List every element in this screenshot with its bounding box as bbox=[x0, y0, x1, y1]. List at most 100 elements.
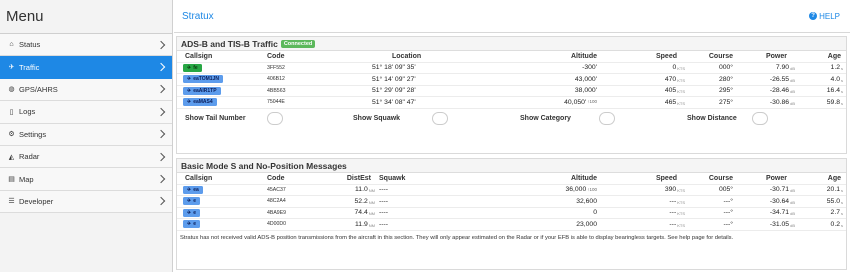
speed-unit: KTS bbox=[677, 199, 685, 205]
help-label: HELP bbox=[819, 11, 840, 21]
sidebar-item-status[interactable]: ⌂ Status bbox=[0, 34, 172, 57]
age-value: 1.2 bbox=[830, 64, 840, 72]
age-cell: 0.2 s bbox=[807, 219, 843, 230]
table-row[interactable]: ✈ eaMAS4 75044E 51° 34' 08" 47' 40,050' ↑100 4… bbox=[177, 97, 846, 109]
col-speed[interactable]: Speed bbox=[647, 173, 677, 184]
table-row[interactable]: ✈ eaAIR1TP 4BB563 51° 29' 09" 28' 38,000' 405… bbox=[177, 86, 846, 97]
age-cell: 59.8 s bbox=[807, 97, 843, 108]
col-speed[interactable]: Speed bbox=[647, 51, 677, 62]
show-category-toggle[interactable] bbox=[599, 111, 615, 125]
power-value: -30.71 bbox=[769, 186, 790, 194]
chevron-right-icon bbox=[156, 85, 166, 94]
age-cell: 20.1 s bbox=[807, 185, 843, 196]
sidebar-item-label: Settings bbox=[19, 129, 47, 139]
callsign-button[interactable]: ✈ eaAIR1TP bbox=[183, 86, 221, 95]
col-altitude[interactable]: Altitude bbox=[537, 51, 597, 62]
callsign-button[interactable]: ✈ eaTOM1JN bbox=[183, 75, 223, 84]
chevron-right-icon bbox=[156, 174, 166, 184]
col-location[interactable]: Location bbox=[392, 51, 421, 62]
plane-icon: ✈ bbox=[187, 76, 192, 83]
table-row[interactable]: ✈ e 4BA9E9 74.4 NM ---- 0 --- KTS ---° -34.71 dB 2.7… bbox=[177, 208, 846, 219]
age-unit: s bbox=[841, 89, 843, 94]
speed-value: 470 bbox=[664, 75, 677, 83]
distance-unit: NM bbox=[368, 188, 375, 193]
speed-cell: --- KTS bbox=[637, 196, 685, 207]
course-cell: ---° bbox=[723, 197, 733, 205]
col-course[interactable]: Course bbox=[697, 51, 733, 62]
help-link[interactable]: ? HELP bbox=[809, 12, 840, 21]
age-unit: s bbox=[841, 188, 843, 193]
callsign-button[interactable]: ✈ eaMAS4 bbox=[183, 98, 217, 107]
gear-icon: ⚙ bbox=[8, 131, 15, 139]
code-cell: 48C2A4 bbox=[267, 198, 286, 205]
distance-value: 74.4 bbox=[354, 209, 368, 217]
sidebar-item-map[interactable]: ▤ Map bbox=[0, 168, 172, 191]
callsign-cell: ✈ eaTOM1JN bbox=[183, 74, 223, 85]
sidebar-item-radar[interactable]: ◭ Radar bbox=[0, 145, 172, 169]
speed-unit: KTS bbox=[677, 66, 685, 71]
age-value: 20.1 bbox=[826, 186, 840, 194]
location-cell: 51° 34' 08" 47' bbox=[372, 98, 416, 106]
callsign-button[interactable]: ✈ e bbox=[183, 208, 200, 217]
distance-unit: NM bbox=[368, 222, 375, 228]
col-dist-est[interactable]: DistEst bbox=[337, 173, 371, 184]
mode-s-table-header: Callsign Code DistEst Squawk Altitude Sp… bbox=[177, 173, 846, 185]
app-title[interactable]: Stratux bbox=[182, 11, 809, 22]
callsign-text: e bbox=[193, 198, 196, 205]
show-distance-label: Show Distance bbox=[687, 114, 737, 122]
callsign-button[interactable]: ✈ e bbox=[183, 220, 200, 229]
altitude-value: 0 bbox=[593, 209, 597, 217]
course-cell: 275° bbox=[718, 98, 733, 106]
power-cell: -31.05 dB bbox=[747, 219, 795, 230]
plane-icon: ✈ bbox=[187, 198, 192, 205]
table-row[interactable]: ✈ e 48C2A4 52.2 NM ---- 32,600 --- KTS ---° -30.64… bbox=[177, 196, 846, 208]
speed-cell: 0 KTS bbox=[637, 63, 685, 74]
location-cell: 51° 14' 09" 27' bbox=[372, 75, 416, 83]
sidebar-item-label: Developer bbox=[19, 196, 54, 206]
col-squawk[interactable]: Squawk bbox=[379, 173, 405, 184]
table-row[interactable]: ✈ fe 3FF552 51° 18' 09" 35' -300' 0 KTS 000° 7.9… bbox=[177, 63, 846, 74]
table-row[interactable]: ✈ ea 45AC37 11.0 NM ---- 36,000 ↑100 390 KTS 005° -… bbox=[177, 185, 846, 196]
speed-unit: KTS bbox=[677, 188, 685, 193]
show-distance-toggle[interactable] bbox=[752, 111, 768, 125]
col-age[interactable]: Age bbox=[817, 51, 841, 62]
callsign-text: e bbox=[193, 221, 196, 228]
power-unit: dB bbox=[790, 100, 795, 106]
callsign-button[interactable]: ✈ ea bbox=[183, 185, 203, 194]
show-squawk-toggle[interactable] bbox=[432, 111, 448, 125]
col-code[interactable]: Code bbox=[267, 51, 285, 62]
callsign-button[interactable]: ✈ fe bbox=[183, 63, 202, 72]
squawk-cell: ---- bbox=[379, 186, 389, 194]
sidebar-item-logs[interactable]: ▯ Logs bbox=[0, 101, 172, 124]
sidebar-item-label: Traffic bbox=[19, 62, 40, 72]
squawk-cell: ---- bbox=[379, 197, 389, 205]
sidebar-item-traffic[interactable]: ✈ Traffic bbox=[0, 56, 172, 79]
speed-value: 405 bbox=[664, 87, 677, 95]
show-tail-number-toggle[interactable] bbox=[267, 111, 283, 125]
help-icon: ? bbox=[809, 12, 818, 20]
callsign-text: ea bbox=[193, 186, 199, 193]
col-altitude[interactable]: Altitude bbox=[537, 173, 597, 184]
col-power[interactable]: Power bbox=[757, 173, 787, 184]
col-age[interactable]: Age bbox=[817, 173, 841, 184]
sidebar-item-settings[interactable]: ⚙ Settings bbox=[0, 123, 172, 146]
altitude-cell: 40,050' ↑100 bbox=[517, 97, 597, 108]
vertical-speed: ↑100 bbox=[587, 99, 597, 104]
callsign-text: e bbox=[193, 209, 196, 216]
callsign-button[interactable]: ✈ e bbox=[183, 197, 200, 206]
speed-cell: 390 KTS bbox=[637, 185, 685, 196]
power-value: -31.05 bbox=[769, 220, 790, 228]
sidebar-item-label: Radar bbox=[19, 152, 40, 162]
col-callsign[interactable]: Callsign bbox=[185, 173, 212, 184]
col-code[interactable]: Code bbox=[267, 173, 285, 184]
col-callsign[interactable]: Callsign bbox=[185, 51, 212, 62]
sidebar-item-gps-ahrs[interactable]: ◍ GPS/AHRS bbox=[0, 78, 172, 102]
table-row[interactable]: ✈ e 4D00D0 11.9 NM ---- 23,000 --- KTS ---° -31.05… bbox=[177, 219, 846, 231]
altitude-value: 36,000 bbox=[565, 186, 587, 194]
sidebar-item-developer[interactable]: ☰ Developer bbox=[0, 190, 172, 214]
col-course[interactable]: Course bbox=[697, 173, 733, 184]
course-cell: 000° bbox=[718, 64, 733, 72]
col-power[interactable]: Power bbox=[757, 51, 787, 62]
speed-value: --- bbox=[669, 209, 677, 217]
table-row[interactable]: ✈ eaTOM1JN 406B12 51° 14' 09" 27' 43,000' 470… bbox=[177, 74, 846, 86]
